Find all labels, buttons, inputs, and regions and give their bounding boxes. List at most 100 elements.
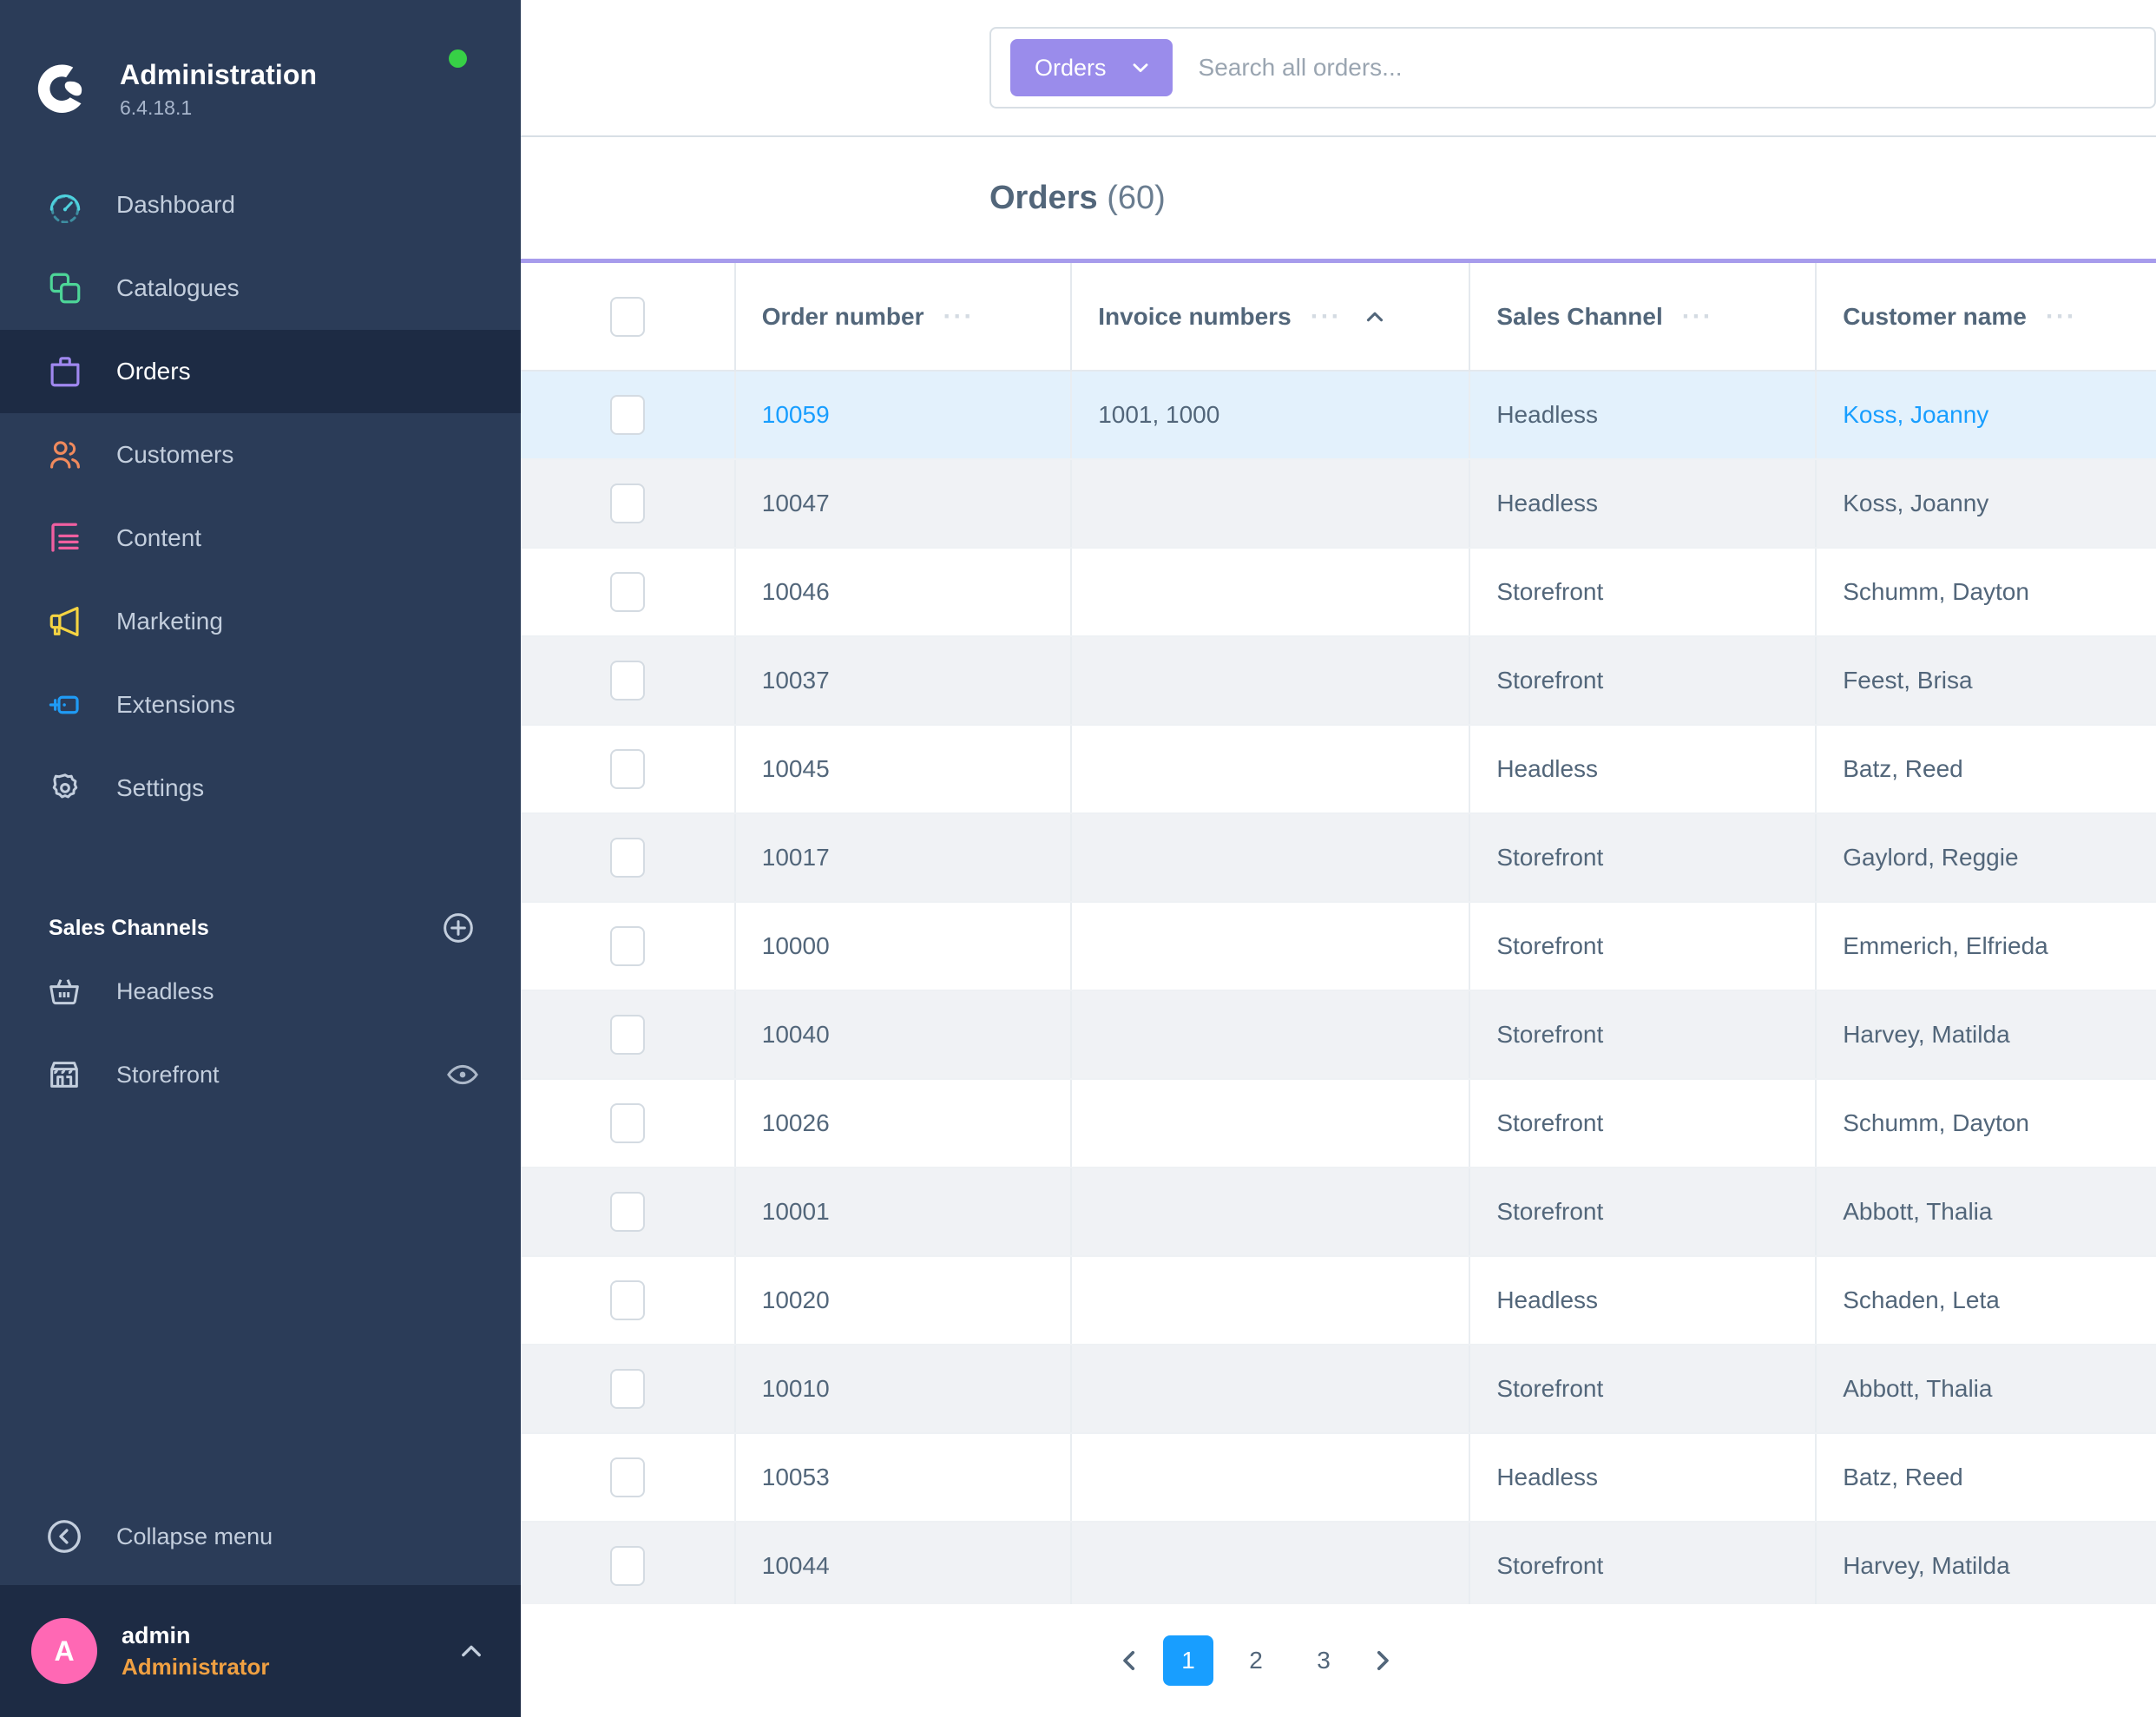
column-label: Customer name (1843, 302, 2027, 330)
pagination-page-2[interactable]: 2 (1231, 1635, 1281, 1686)
sidebar-item-dashboard[interactable]: Dashboard (0, 163, 521, 247)
cell-invoice-numbers (1071, 548, 1471, 637)
row-select-cell (521, 459, 736, 549)
sidebar-item-orders[interactable]: Orders (0, 330, 521, 413)
table-row[interactable]: 10000StorefrontEmmerich, ElfriedaNitzsch… (521, 902, 2156, 991)
column-menu-icon[interactable]: ··· (943, 303, 974, 330)
user-menu[interactable]: A admin Administrator (0, 1585, 521, 1717)
cell-sales-channel: Storefront (1469, 548, 1817, 637)
pagination-prev-button[interactable] (1104, 1635, 1154, 1686)
table-row[interactable]: 10053HeadlessBatz, ReedNathen Street, 85… (521, 1433, 2156, 1523)
cell-sales-channel: Storefront (1469, 636, 1817, 726)
row-select-cell (521, 636, 736, 726)
table-header-row: Order number ··· Invoice numbers ··· Sal… (521, 263, 2156, 372)
row-checkbox[interactable] (609, 1457, 645, 1497)
pagination-pages: 123 (1154, 1635, 1357, 1686)
sidebar-item-label: Dashboard (116, 191, 235, 218)
table-row[interactable]: 10046StorefrontSchumm, DaytonLarson Moun… (521, 548, 2156, 637)
search-input[interactable] (1172, 54, 2154, 82)
collapse-menu-button[interactable]: Collapse menu (0, 1495, 521, 1578)
row-checkbox[interactable] (609, 1369, 645, 1409)
sidebar-item-catalogues[interactable]: Catalogues (0, 247, 521, 330)
user-role: Administrator (122, 1653, 270, 1680)
collapse-menu-label: Collapse menu (116, 1523, 273, 1549)
row-checkbox[interactable] (609, 395, 645, 435)
table-row[interactable]: 10037StorefrontFeest, BrisaMargarete Cov… (521, 636, 2156, 726)
plus-circle-icon[interactable] (441, 911, 476, 945)
row-checkbox[interactable] (609, 1546, 645, 1586)
sales-channel-storefront[interactable]: Storefront (0, 1033, 521, 1116)
table-row[interactable]: 10044StorefrontHarvey, MatildaBridgette … (521, 1522, 2156, 1604)
global-search: Orders (989, 27, 2156, 109)
cell-sales-channel: Headless (1469, 1256, 1817, 1345)
column-menu-icon[interactable]: ··· (2046, 303, 2077, 330)
order-number-link[interactable]: 10059 (762, 401, 830, 428)
cell-customer-name: Harvey, Matilda (1816, 1522, 2156, 1604)
sidebar-item-settings[interactable]: Settings (0, 747, 521, 830)
user-name: admin (122, 1622, 191, 1649)
column-header-invoice-numbers[interactable]: Invoice numbers ··· (1071, 263, 1471, 372)
sidebar-item-extensions[interactable]: Extensions (0, 663, 521, 747)
pagination-next-button[interactable] (1357, 1635, 1408, 1686)
table-row[interactable]: 10040StorefrontHarvey, MatildaBridgette … (521, 990, 2156, 1080)
status-dot-icon (449, 49, 467, 68)
sidebar-item-marketing[interactable]: Marketing (0, 580, 521, 663)
sidebar-title: Administration (120, 59, 318, 90)
cell-invoice-numbers (1071, 1433, 1471, 1523)
row-checkbox[interactable] (609, 661, 645, 701)
row-checkbox[interactable] (609, 838, 645, 878)
cell-sales-channel: Storefront (1469, 990, 1817, 1080)
table-row[interactable]: 10010StorefrontAbbott, ThaliaMadge Plain… (521, 1345, 2156, 1434)
column-menu-icon[interactable]: ··· (1311, 303, 1342, 330)
pagination-page-3[interactable]: 3 (1298, 1635, 1349, 1686)
column-header-customer-name[interactable]: Customer name ··· (1816, 263, 2156, 372)
sales-channel-label: Headless (116, 977, 214, 1004)
table-row[interactable]: 10045HeadlessBatz, ReedNathen Street, 85… (521, 725, 2156, 814)
topbar: Orders (521, 0, 2156, 137)
cell-order-number: 10010 (734, 1345, 1073, 1434)
row-select-cell (521, 1522, 736, 1604)
sort-ascending-icon[interactable] (1363, 305, 1387, 329)
row-checkbox[interactable] (609, 1192, 645, 1232)
sidebar-item-customers[interactable]: Customers (0, 413, 521, 497)
search-type-selector[interactable]: Orders (1010, 39, 1173, 96)
sidebar: Administration 6.4.18.1 Dashboard Catalo… (0, 0, 521, 1717)
row-checkbox[interactable] (609, 749, 645, 789)
row-checkbox[interactable] (609, 926, 645, 966)
column-menu-icon[interactable]: ··· (1682, 303, 1713, 330)
row-select-cell (521, 813, 736, 903)
table-row[interactable]: 10047HeadlessKoss, JoannyLibby Throughwa… (521, 459, 2156, 549)
sales-channels-section-header: Sales Channels (0, 906, 521, 950)
pagination-page-1[interactable]: 1 (1163, 1635, 1213, 1686)
eye-icon[interactable] (446, 1058, 479, 1091)
cell-customer-name: Abbott, Thalia (1816, 1345, 2156, 1434)
cell-customer-name: Schaden, Leta (1816, 1256, 2156, 1345)
row-checkbox[interactable] (609, 1015, 645, 1055)
table-row[interactable]: 10001StorefrontAbbott, ThaliaMadge Plain… (521, 1168, 2156, 1257)
cell-order-number: 10026 (734, 1079, 1073, 1168)
cell-customer-name: Emmerich, Elfrieda (1816, 902, 2156, 991)
cell-invoice-numbers (1071, 1522, 1471, 1604)
cell-customer-name[interactable]: Koss, Joanny (1816, 371, 2156, 460)
sidebar-item-content[interactable]: Content (0, 497, 521, 580)
row-checkbox[interactable] (609, 484, 645, 523)
table-row[interactable]: 10017StorefrontGaylord, ReggieSchiller L… (521, 813, 2156, 903)
column-header-sales-channel[interactable]: Sales Channel ··· (1469, 263, 1817, 372)
table-row[interactable]: 10026StorefrontSchumm, DaytonLarson Moun… (521, 1079, 2156, 1168)
row-checkbox[interactable] (609, 572, 645, 612)
row-checkbox[interactable] (609, 1103, 645, 1143)
cell-invoice-numbers (1071, 725, 1471, 814)
chevron-up-icon[interactable] (457, 1636, 486, 1666)
cell-order-number[interactable]: 10059 (734, 371, 1073, 460)
table-row[interactable]: 100591001, 1000HeadlessKoss, JoannyLibby… (521, 371, 2156, 460)
column-header-order-number[interactable]: Order number ··· (734, 263, 1073, 372)
page-title-text: Orders (989, 179, 1098, 216)
table-row[interactable]: 10020HeadlessSchaden, LetaGussie Trace, … (521, 1256, 2156, 1345)
grid-footer: 123 (521, 1604, 2156, 1717)
customer-name-link[interactable]: Koss, Joanny (1843, 401, 1988, 428)
sales-channel-headless[interactable]: Headless (0, 950, 521, 1033)
select-all-checkbox[interactable] (609, 296, 645, 337)
cell-order-number: 10040 (734, 990, 1073, 1080)
row-select-cell (521, 1433, 736, 1523)
row-checkbox[interactable] (609, 1280, 645, 1320)
